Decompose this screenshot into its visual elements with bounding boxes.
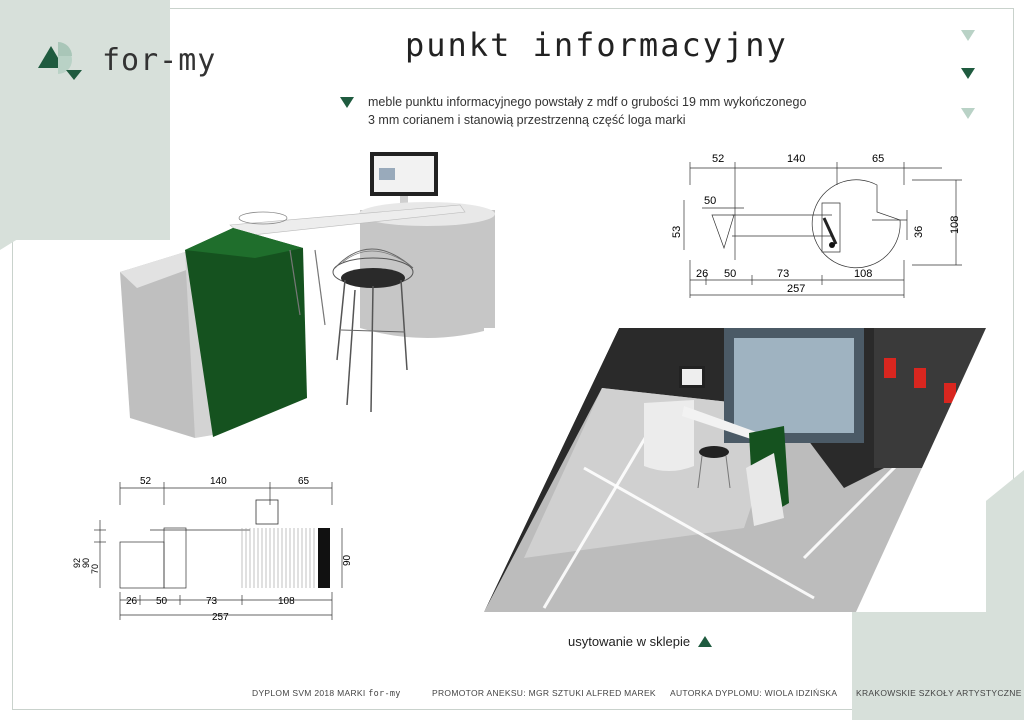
top-dim-50b: 50 <box>724 268 736 280</box>
front-dim-70: 70 <box>90 564 100 574</box>
front-dim-50: 50 <box>156 596 168 607</box>
top-dim-108: 108 <box>949 216 961 234</box>
triangle-up-icon <box>698 636 713 647</box>
top-dim-50: 50 <box>704 195 716 207</box>
in-store-render <box>484 328 986 612</box>
front-dim-right-90: 90 <box>342 554 353 566</box>
bullet-triangle-icon <box>340 97 354 108</box>
footer-school: KRAKOWSKIE SZKOŁY ARTYSTYCZNE <box>856 688 1022 698</box>
front-dim-140: 140 <box>210 476 227 487</box>
brand-logo: for-my <box>38 40 216 80</box>
top-dim-53: 53 <box>672 226 683 238</box>
top-dim-65: 65 <box>872 153 884 165</box>
front-dim-52: 52 <box>140 476 152 487</box>
triangle-down-icon <box>961 108 975 119</box>
top-dim-total: 257 <box>787 283 805 295</box>
front-dim-73: 73 <box>206 596 218 607</box>
top-dim-140: 140 <box>787 153 805 165</box>
top-dim-26: 26 <box>696 268 708 280</box>
page-title: punkt informacyjny <box>405 26 788 64</box>
front-view-drawing: 52 140 65 92 90 70 90 26 50 73 108 257 <box>72 476 353 623</box>
description-line-2: 3 mm corianem i stanowią przestrzenną cz… <box>368 113 686 127</box>
top-dim-73: 73 <box>777 268 789 280</box>
top-dim-108b: 108 <box>854 268 872 280</box>
description: meble punktu informacyjnego powstały z m… <box>368 93 806 129</box>
top-dim-52: 52 <box>712 153 724 165</box>
furniture-render <box>120 152 495 438</box>
logo-text: for-my <box>102 42 217 78</box>
render-caption: usytowanie w sklepie <box>568 634 713 649</box>
triangle-down-icon <box>961 30 975 41</box>
front-dim-total: 257 <box>212 612 229 623</box>
footer-diploma: DYPLOM SVM 2018 MARKI for-my <box>252 688 401 699</box>
logo-mark-icon <box>38 42 82 80</box>
top-view-drawing: 52 140 65 50 53 36 108 26 50 73 108 257 <box>672 153 962 298</box>
footer-diploma-brand: for-my <box>368 689 401 699</box>
top-dim-36: 36 <box>913 226 925 238</box>
front-dim-26: 26 <box>126 596 138 607</box>
footer-diploma-prefix: DYPLOM SVM 2018 MARKI <box>252 688 366 698</box>
triangle-down-icon <box>961 68 975 79</box>
front-dim-108: 108 <box>278 596 295 607</box>
footer-promotor: PROMOTOR ANEKSU: MGR SZTUKI ALFRED MAREK <box>432 688 656 698</box>
caption-text: usytowanie w sklepie <box>568 634 691 649</box>
description-line-1: meble punktu informacyjnego powstały z m… <box>368 95 807 109</box>
footer-author: AUTORKA DYPLOMU: WIOLA IDZIŃSKA <box>670 688 838 698</box>
front-dim-65: 65 <box>298 476 310 487</box>
